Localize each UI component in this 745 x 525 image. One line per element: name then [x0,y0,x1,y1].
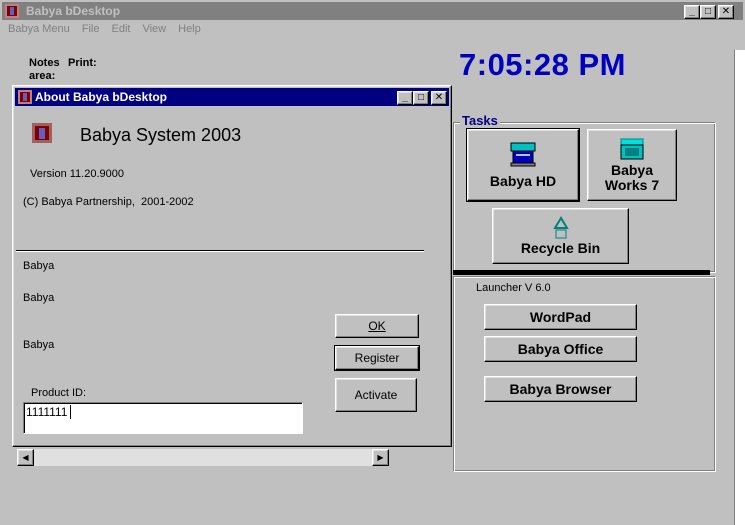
babya-hd-button[interactable]: Babya HD [466,128,580,202]
scroll-right-button[interactable]: ▶ [372,449,389,466]
version-text: Version 11.20.9000 [30,168,124,180]
about-dialog: About Babya bDesktop _ □ ✕ Babya System … [12,85,452,447]
main-title: Babya bDesktop [26,4,121,18]
hard-drive-icon [510,142,536,167]
product-id-value: 1111111 [26,405,68,419]
menu-view[interactable]: View [142,23,166,39]
menu-file[interactable]: File [82,23,100,39]
scroll-left-button[interactable]: ◀ [17,449,34,466]
ok-button[interactable]: OK [335,314,419,338]
about-title-bar[interactable]: About Babya bDesktop _ □ ✕ [15,88,449,106]
menu-help[interactable]: Help [178,23,201,39]
register-label: Register [354,351,400,365]
minimize-button[interactable]: _ [684,5,700,19]
about-maximize-button[interactable]: □ [413,91,429,105]
babya-office-button[interactable]: Babya Office [484,336,637,362]
menu-babya[interactable]: Babya Menu [8,23,70,39]
about-close-button[interactable]: ✕ [431,91,447,105]
menu-edit[interactable]: Edit [112,23,131,39]
clock: 7:05:28 PM [459,47,626,82]
babya-hd-label: Babya HD [489,173,557,189]
notes-label: Notes area: [29,57,60,82]
recycle-bin-icon [552,216,569,239]
info-line-2: Babya [23,292,55,304]
wordpad-button[interactable]: WordPad [484,304,637,330]
babya-browser-label: Babya Browser [509,381,612,397]
product-icon [32,123,52,143]
close-button[interactable]: ✕ [718,5,734,19]
about-divider-highlight [16,251,424,252]
launcher-divider [453,270,710,275]
main-title-bar[interactable]: Babya bDesktop _ □ ✕ [2,2,743,20]
register-button[interactable]: Register [334,345,420,371]
copyright-text: (C) Babya Partnership, 2001-2002 [23,196,194,208]
wordpad-label: WordPad [529,309,592,325]
info-line-3: Babya [23,339,55,351]
recycle-bin-label: Recycle Bin [520,240,601,256]
tasks-group-label: Tasks [460,113,500,128]
activate-button[interactable]: Activate [335,378,417,412]
print-label: Print: [68,57,97,69]
right-edge-strip [734,50,745,525]
works-icon [620,138,644,160]
product-id-field[interactable]: 1111111 [23,402,303,434]
info-line-1: Babya [23,260,55,272]
app-icon[interactable] [5,4,19,18]
scroll-corner [389,449,406,466]
ok-label: OK [368,319,386,333]
babya-office-label: Babya Office [517,341,604,357]
babya-works-button[interactable]: Babya Works 7 [587,129,677,201]
launcher-version: Launcher V 6.0 [476,282,551,294]
product-name: Babya System 2003 [80,125,242,145]
about-title: About Babya bDesktop [35,90,168,104]
activate-label: Activate [354,388,398,402]
recycle-bin-button[interactable]: Recycle Bin [492,208,629,264]
menu-bar: Babya Menu File Edit View Help [8,23,213,39]
about-app-icon[interactable] [18,90,32,104]
notes-scrollbar[interactable]: ◀ ▶ [17,449,389,466]
about-minimize-button[interactable]: _ [397,91,413,105]
text-cursor [70,405,71,419]
babya-browser-button[interactable]: Babya Browser [484,376,637,402]
maximize-button[interactable]: □ [700,5,716,19]
product-id-label: Product ID: [31,387,87,399]
babya-works-label: Babya Works 7 [604,162,660,193]
